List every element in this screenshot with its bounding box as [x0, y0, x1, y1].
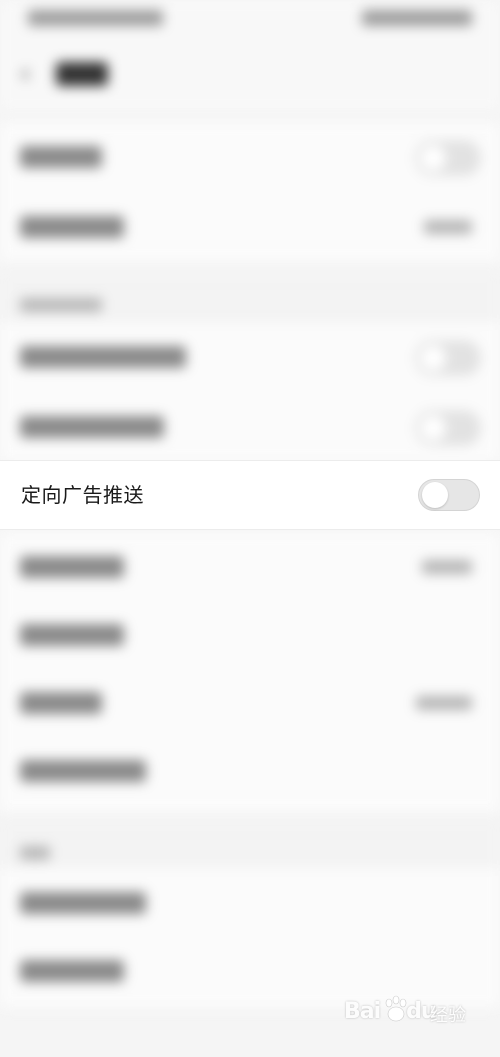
settings-row-blur[interactable]: [0, 668, 500, 738]
row-label-blur: [20, 960, 124, 982]
row-label-blur: [20, 346, 186, 368]
row-value-blur: [422, 560, 472, 574]
page-title-blur: [56, 62, 108, 86]
row-label-blur: [20, 692, 102, 714]
paw-icon: [385, 995, 407, 1022]
settings-row-blur[interactable]: [0, 392, 500, 462]
row-label-blur: [20, 146, 102, 168]
section-header-2: [0, 818, 500, 874]
settings-group-4: [0, 868, 500, 1008]
row-label-blur: [20, 892, 146, 914]
settings-row-blur[interactable]: [0, 322, 500, 392]
row-label-blur: [20, 624, 124, 646]
section-header-1: [0, 270, 500, 326]
settings-row-blur[interactable]: [0, 192, 500, 262]
row-label-blur: [20, 760, 146, 782]
back-arrow-icon[interactable]: ‹: [20, 61, 44, 87]
row-label-blur: [20, 416, 164, 438]
status-bar: [0, 0, 500, 40]
targeted-ad-push-label: 定向广告推送: [21, 483, 144, 507]
settings-row-blur[interactable]: [0, 868, 500, 938]
settings-row-blur[interactable]: [0, 736, 500, 806]
section-label-blur: [20, 846, 50, 860]
baidu-jingyan-watermark: Bai du 经验: [344, 995, 474, 1033]
settings-group-1: [0, 122, 500, 262]
settings-row-blur[interactable]: [0, 122, 500, 192]
watermark-sub-text: 经验: [430, 1005, 466, 1026]
toggle-blur[interactable]: [416, 141, 480, 175]
row-value-blur: [416, 696, 472, 710]
row-label-blur: [20, 556, 124, 578]
toggle-knob: [422, 482, 448, 508]
toggle-blur[interactable]: [416, 341, 480, 375]
section-label-blur: [20, 298, 102, 312]
targeted-ad-push-row[interactable]: 定向广告推送: [0, 460, 500, 530]
settings-screen: ‹ 定向广告推送 Bai du 经验: [0, 0, 500, 1057]
settings-group-2: [0, 322, 500, 462]
settings-row-blur[interactable]: [0, 600, 500, 670]
settings-group-3: [0, 532, 500, 812]
toggle-blur[interactable]: [416, 411, 480, 445]
row-label-blur: [20, 216, 124, 238]
status-bar-right-blur: [362, 10, 472, 26]
header: ‹: [0, 40, 500, 110]
targeted-ad-push-toggle[interactable]: [418, 479, 480, 511]
settings-row-blur[interactable]: [0, 532, 500, 602]
row-value-blur: [424, 220, 472, 234]
status-bar-left-blur: [28, 10, 163, 26]
